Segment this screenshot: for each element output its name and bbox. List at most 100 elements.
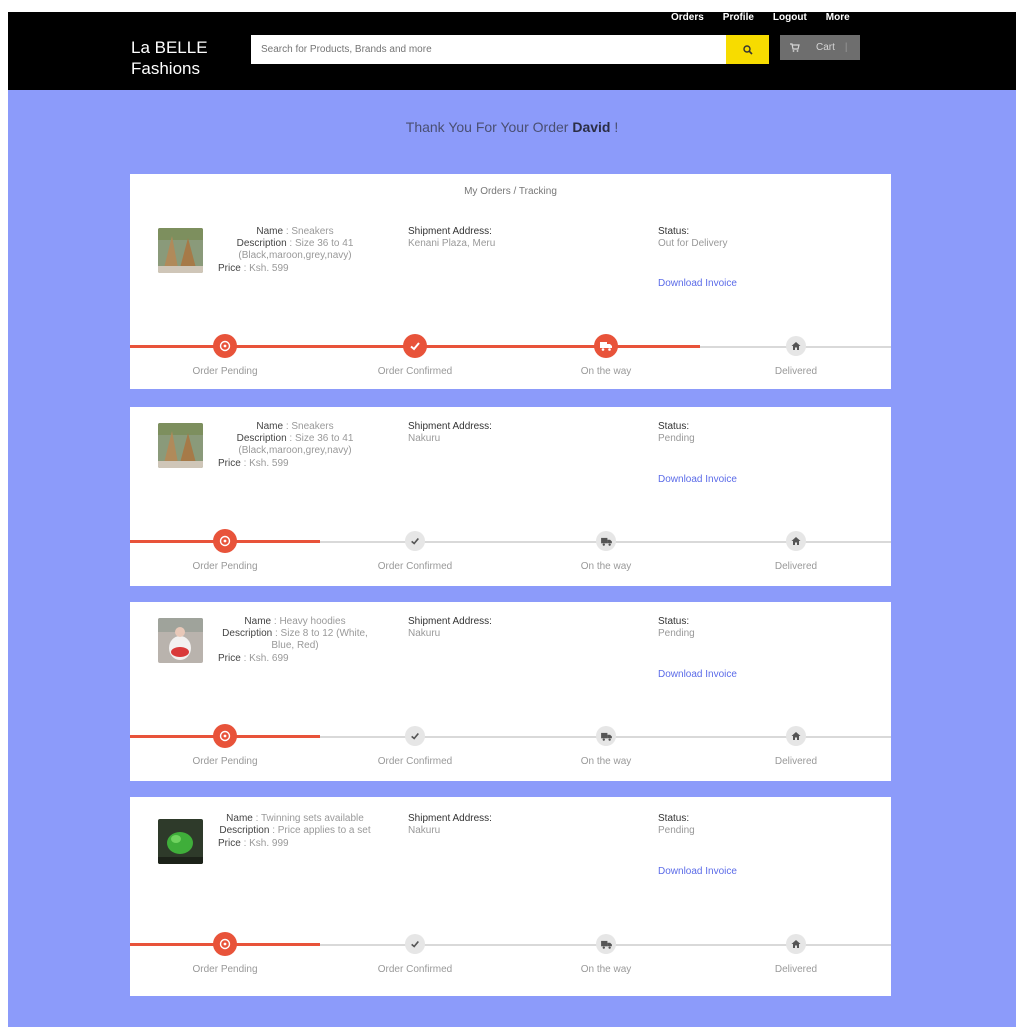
- status-label: Status:: [658, 813, 690, 824]
- step-delivered: [786, 336, 806, 356]
- product-name: Sneakers: [291, 226, 334, 237]
- step-label-delivered: Delivered: [774, 964, 818, 975]
- order-status: Status: Out for Delivery: [658, 226, 727, 250]
- header: La BELLE Fashions Cart | Orders Profile …: [8, 12, 1016, 90]
- step-label-confirmed: Order Confirmed: [377, 756, 453, 767]
- description-label: Description: [222, 628, 273, 639]
- pending-icon: [219, 730, 231, 742]
- description-label: Description: [236, 433, 287, 444]
- step-label-pending: Order Pending: [192, 561, 258, 572]
- truck-icon: [600, 342, 612, 351]
- customer-name: David: [572, 119, 611, 135]
- step-label-pending: Order Pending: [192, 366, 258, 377]
- cart-label: Cart: [816, 42, 835, 53]
- step-label-delivered: Delivered: [774, 561, 818, 572]
- description-label: Description: [219, 825, 270, 836]
- thank-you-prefix: Thank You For Your Order: [405, 119, 569, 135]
- step-label-confirmed: Order Confirmed: [377, 964, 453, 975]
- tracking-bar: Order Pending Order Confirmed On the way…: [130, 724, 891, 768]
- brand-line-2: Fashions: [131, 59, 200, 78]
- product-name: Heavy hoodies: [279, 616, 346, 627]
- step-confirmed: [403, 334, 427, 358]
- product-thumbnail[interactable]: [158, 228, 203, 273]
- search-input[interactable]: [251, 35, 726, 64]
- step-label-on-the-way: On the way: [580, 964, 632, 975]
- step-delivered: [786, 726, 806, 746]
- product-description: Price applies to a set: [277, 825, 371, 836]
- name-label: Name: [256, 421, 284, 432]
- brand-logo[interactable]: La BELLE Fashions: [131, 37, 208, 79]
- product-name: Twinning sets available: [261, 813, 364, 824]
- status-label: Status:: [658, 226, 690, 237]
- search-button[interactable]: [726, 35, 769, 64]
- check-icon: [411, 940, 419, 948]
- step-confirmed: [405, 531, 425, 551]
- name-label: Name: [256, 226, 284, 237]
- cart-button[interactable]: Cart |: [780, 35, 860, 60]
- home-icon: [791, 732, 801, 740]
- order-card: My Orders / Tracking Name : Sneakers Des…: [130, 174, 891, 389]
- shipment-label: Shipment Address:: [408, 421, 492, 432]
- step-on-the-way: [596, 531, 616, 551]
- page: La BELLE Fashions Cart | Orders Profile …: [8, 12, 1016, 1027]
- product-price: Ksh. 699: [249, 653, 289, 664]
- shipment-label: Shipment Address:: [408, 226, 492, 237]
- shipment-label: Shipment Address:: [408, 616, 492, 627]
- pending-icon: [219, 938, 231, 950]
- step-pending: [213, 334, 237, 358]
- nav-profile[interactable]: Profile: [723, 12, 754, 24]
- step-label-confirmed: Order Confirmed: [377, 561, 453, 572]
- home-icon: [791, 342, 801, 350]
- shipment-value: Kenani Plaza, Meru: [408, 238, 496, 249]
- product-thumbnail[interactable]: [158, 819, 203, 864]
- shipment-label: Shipment Address:: [408, 813, 492, 824]
- home-icon: [791, 940, 801, 948]
- download-invoice-link[interactable]: Download Invoice: [658, 278, 737, 289]
- order-status: Status: Pending: [658, 421, 695, 445]
- product-thumbnail[interactable]: [158, 423, 203, 468]
- step-confirmed: [405, 934, 425, 954]
- shipment-value: Nakuru: [408, 433, 441, 444]
- product-details: Name : Sneakers Description : Size 36 to…: [218, 421, 354, 469]
- price-label: Price: [218, 838, 241, 849]
- download-invoice-link[interactable]: Download Invoice: [658, 669, 737, 680]
- thank-you-suffix: !: [610, 119, 619, 135]
- download-invoice-link[interactable]: Download Invoice: [658, 866, 737, 877]
- status-value: Out for Delivery: [658, 238, 728, 249]
- order-status: Status: Pending: [658, 813, 695, 837]
- step-delivered: [786, 934, 806, 954]
- thank-you-message: Thank You For Your Order David !: [8, 119, 1016, 135]
- download-invoice-link[interactable]: Download Invoice: [658, 474, 737, 485]
- step-label-delivered: Delivered: [774, 366, 818, 377]
- nav-logout[interactable]: Logout: [773, 12, 807, 24]
- truck-icon: [600, 940, 612, 949]
- step-label-confirmed: Order Confirmed: [377, 366, 453, 377]
- nav-more[interactable]: More: [826, 12, 850, 24]
- shipment-value: Nakuru: [408, 825, 441, 836]
- product-thumbnail[interactable]: [158, 618, 203, 663]
- search-icon: [742, 44, 753, 55]
- order-card: Name : Sneakers Description : Size 36 to…: [130, 407, 891, 586]
- shipment-address: Shipment Address: Kenani Plaza, Meru: [408, 226, 495, 250]
- truck-icon: [600, 732, 612, 741]
- step-confirmed: [405, 726, 425, 746]
- step-label-pending: Order Pending: [192, 964, 258, 975]
- status-value: Pending: [658, 433, 695, 444]
- shipment-address: Shipment Address: Nakuru: [408, 421, 492, 445]
- home-icon: [791, 537, 801, 545]
- check-icon: [411, 537, 419, 545]
- check-icon: [411, 732, 419, 740]
- price-label: Price: [218, 263, 241, 274]
- nav-orders[interactable]: Orders: [671, 12, 704, 24]
- status-label: Status:: [658, 421, 690, 432]
- shipment-address: Shipment Address: Nakuru: [408, 616, 492, 640]
- step-label-on-the-way: On the way: [580, 366, 632, 377]
- description-label: Description: [236, 238, 287, 249]
- order-card: Name : Twinning sets available Descripti…: [130, 797, 891, 996]
- step-label-on-the-way: On the way: [580, 756, 632, 767]
- step-delivered: [786, 531, 806, 551]
- shipment-address: Shipment Address: Nakuru: [408, 813, 492, 837]
- step-pending: [213, 724, 237, 748]
- order-status: Status: Pending: [658, 616, 695, 640]
- price-label: Price: [218, 653, 241, 664]
